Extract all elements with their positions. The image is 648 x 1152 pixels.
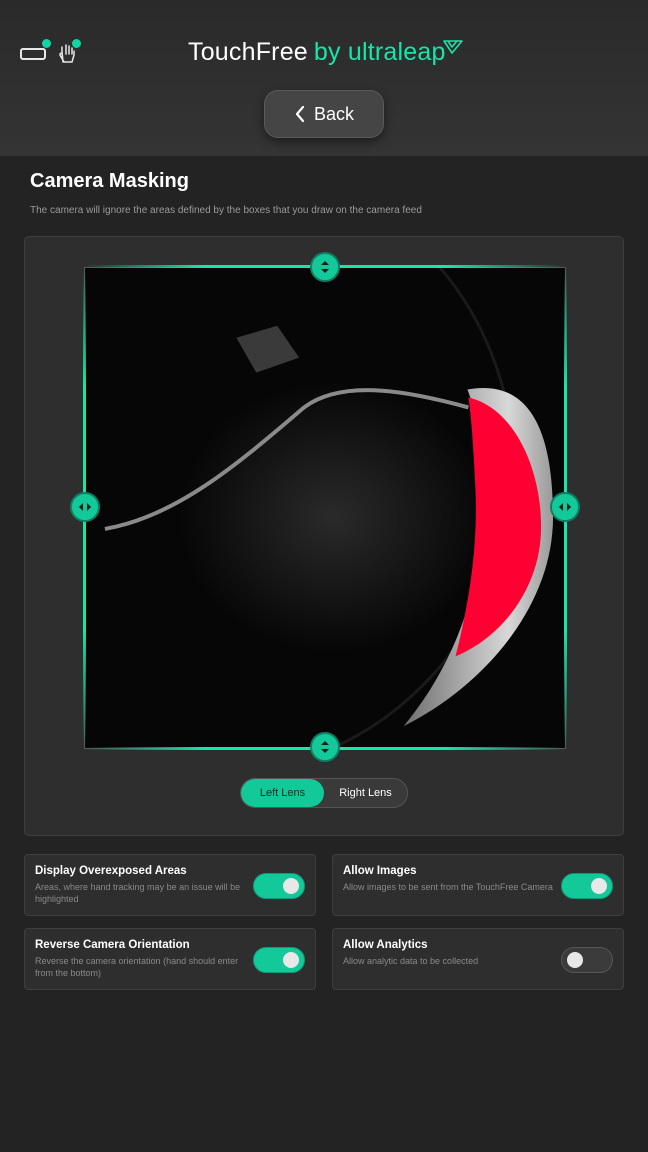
allow-analytics-toggle[interactable] [561,947,613,973]
left-lens-button[interactable]: Left Lens [241,779,324,807]
status-indicators [18,38,88,68]
overexposed-toggle[interactable] [253,873,305,899]
setting-title: Display Overexposed Areas [35,865,187,877]
toggle-knob [567,952,583,968]
brand-logo-text: TouchFree by ultraleap [188,38,446,72]
reverse-orientation-toggle[interactable] [253,947,305,973]
horizontal-resize-icon [79,503,91,511]
camera-status-icon [20,48,46,60]
allow-images-toggle[interactable] [561,873,613,899]
mask-handle-bottom[interactable] [310,732,340,762]
setting-title: Allow Analytics [343,939,428,951]
setting-allow-analytics: Allow Analytics Allow analytic data to b… [332,928,624,990]
back-button[interactable]: Back [264,90,384,138]
camera-connected-dot [42,39,51,48]
setting-description: Allow images to be sent from the TouchFr… [343,882,553,892]
camera-feed [84,267,566,749]
chevron-left-icon [295,105,305,123]
vertical-resize-icon [321,261,329,273]
brand-company: ultraleap [347,38,446,66]
setting-allow-images: Allow Images Allow images to be sent fro… [332,854,624,916]
page-title: Camera Masking [30,170,189,192]
mask-handle-top[interactable] [310,252,340,282]
brand-name: TouchFree [188,38,308,66]
camera-masking-panel: Left Lens Right Lens [24,236,624,836]
setting-display-overexposed: Display Overexposed Areas Areas, where h… [24,854,316,916]
toggle-knob [283,952,299,968]
setting-description: Allow analytic data to be collected [343,956,479,966]
back-button-label: Back [313,103,355,124]
page-description: The camera will ignore the areas defined… [30,205,422,216]
setting-description: Areas, where hand tracking may be an iss… [35,882,241,904]
mask-handle-left[interactable] [70,492,100,522]
setting-title: Allow Images [343,865,417,877]
setting-title: Reverse Camera Orientation [35,939,190,951]
camera-feed-image [85,268,565,748]
ultraleap-logo-icon [443,40,463,54]
hand-detected-dot [72,39,81,48]
app-header: TouchFree by ultraleap Back [0,0,648,156]
toggle-knob [283,878,299,894]
horizontal-resize-icon [559,503,571,511]
brand-by: by [313,38,341,66]
setting-reverse-orientation: Reverse Camera Orientation Reverse the c… [24,928,316,990]
setting-description: Reverse the camera orientation (hand sho… [35,956,239,978]
lens-selector: Left Lens Right Lens [240,778,408,808]
mask-handle-right[interactable] [550,492,580,522]
toggle-knob [591,878,607,894]
right-lens-button[interactable]: Right Lens [324,779,407,807]
vertical-resize-icon [321,741,329,753]
